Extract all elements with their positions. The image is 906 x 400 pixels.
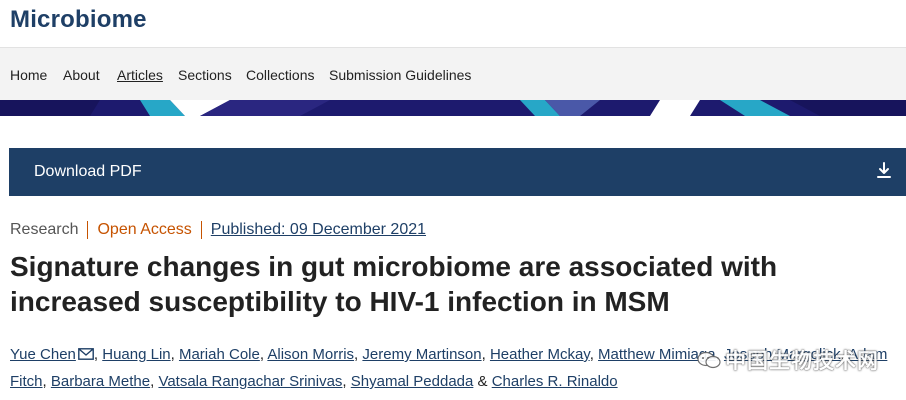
author-link[interactable]: Huang Lin (102, 346, 170, 363)
author-link[interactable]: Jeremy Martinson (362, 346, 481, 363)
nav-item-articles[interactable]: Articles (117, 67, 163, 83)
author-link[interactable]: Mariah Cole (179, 346, 260, 363)
nav-item-submission-guidelines[interactable]: Submission Guidelines (329, 67, 471, 83)
watermark: 中国生物技术网 (697, 345, 879, 375)
nav-item-collections[interactable]: Collections (246, 67, 314, 83)
article-title: Signature changes in gut microbiome are … (10, 251, 778, 317)
author-link[interactable]: Shyamal Peddada (351, 373, 474, 390)
banner-pattern (0, 100, 906, 116)
download-pdf-button[interactable]: Download PDF (9, 148, 906, 196)
nav-item-home[interactable]: Home (10, 67, 47, 83)
download-pdf-label: Download PDF (34, 163, 142, 180)
meta-divider (200, 221, 202, 239)
author-separator: , (93, 346, 103, 363)
chat-logo-icon (697, 351, 721, 369)
author-link[interactable]: Alison Morris (267, 346, 354, 363)
journal-banner (0, 100, 906, 116)
author-link[interactable]: Heather Mckay (490, 346, 590, 363)
author-separator: , (589, 346, 599, 363)
article-meta: Research Open Access Published: 09 Decem… (10, 221, 426, 239)
author-separator: , (481, 346, 490, 363)
nav-item-sections[interactable]: Sections (178, 67, 232, 83)
author-link[interactable]: Vatsala Rangachar Srinivas (158, 373, 342, 390)
nav-item-about[interactable]: About (63, 67, 100, 83)
author-separator: , (170, 346, 179, 363)
author-separator: & (473, 373, 492, 390)
author-link[interactable]: Yue Chen (10, 346, 76, 363)
author-link[interactable]: Barbara Methe (51, 373, 150, 390)
download-icon (877, 162, 891, 178)
watermark-text: 中国生物技术网 (725, 350, 879, 373)
site-header: Microbiome (0, 0, 906, 47)
published-date-link[interactable]: Published: 09 December 2021 (211, 221, 426, 239)
article-type: Research (10, 221, 79, 238)
author-separator: , (342, 373, 351, 390)
open-access-badge: Open Access (97, 221, 192, 238)
author-link[interactable]: Charles R. Rinaldo (492, 373, 618, 390)
site-title[interactable]: Microbiome (10, 6, 147, 34)
author-separator: , (42, 373, 51, 390)
main-nav: Home About Articles Sections Collections… (0, 47, 906, 100)
meta-divider (87, 221, 89, 239)
mail-icon[interactable] (77, 348, 94, 360)
